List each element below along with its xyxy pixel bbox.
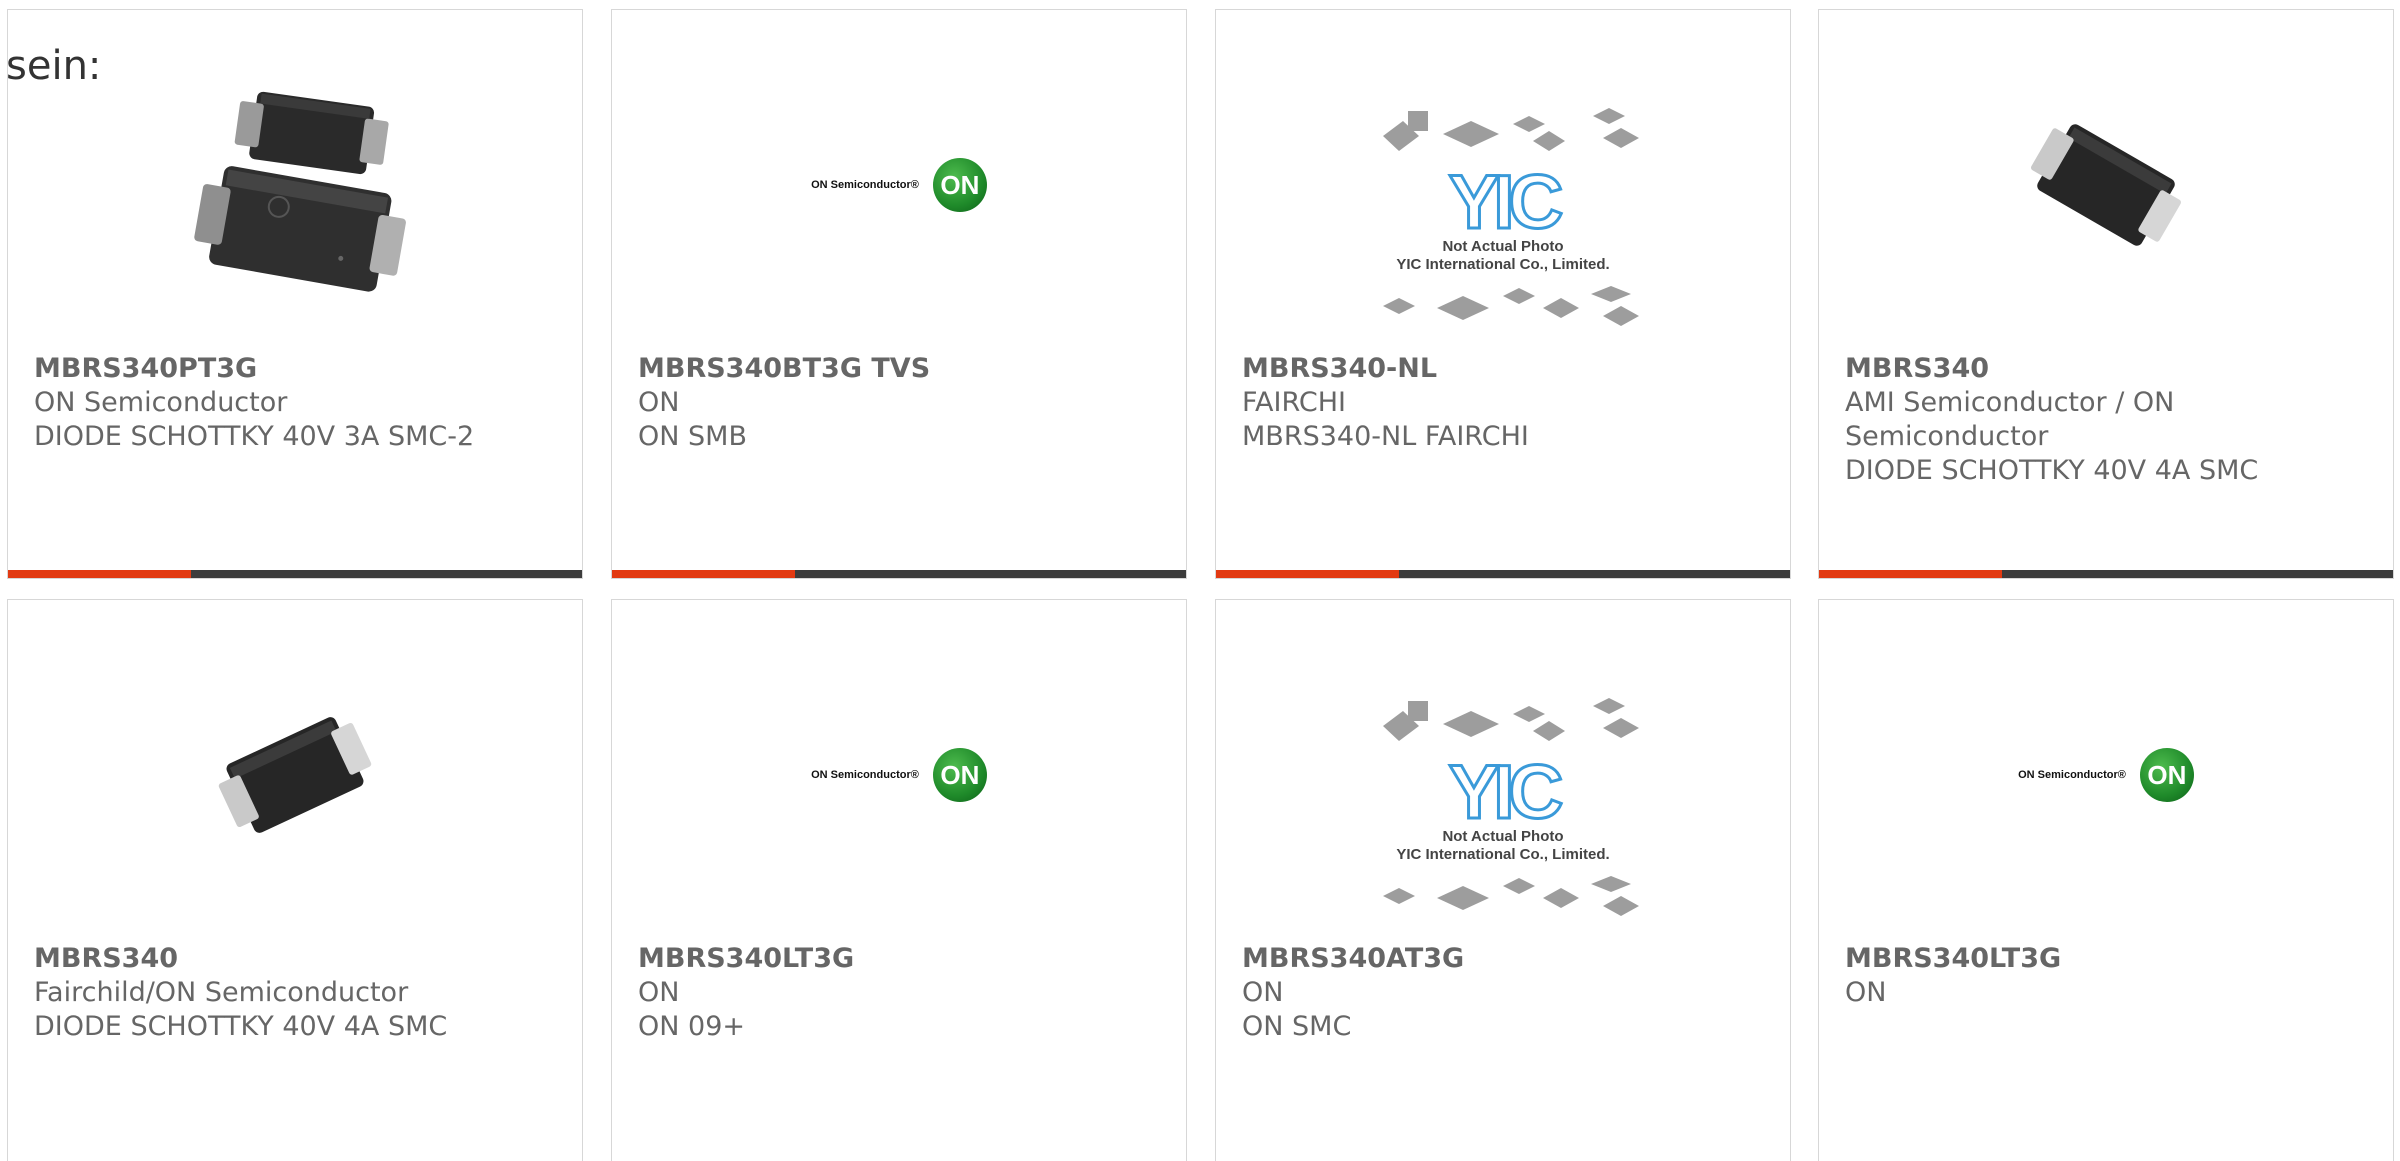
card-footer-bar (1216, 570, 1790, 578)
product-card[interactable]: YIC Not Actual Photo YIC International C… (1215, 599, 1791, 1161)
product-card[interactable]: YIC Not Actual Photo YIC International C… (1215, 9, 1791, 579)
product-card[interactable]: MBRS340PT3G ON Semiconductor DIODE SCHOT… (7, 9, 583, 579)
product-info: MBRS340 AMI Semiconductor / ON Semicondu… (1845, 352, 2367, 488)
on-semiconductor-logo-icon: ON Semiconductor® ON (811, 748, 987, 802)
product-image: YIC Not Actual Photo YIC International C… (1216, 96, 1790, 346)
description: MBRS340-NL FAIRCHI (1242, 421, 1529, 452)
card-footer-bar (8, 570, 582, 578)
manufacturer: AMI Semiconductor / ON Semiconductor (1845, 387, 2175, 452)
product-image: YIC Not Actual Photo YIC International C… (1216, 686, 1790, 936)
part-number[interactable]: MBRS340BT3G TVS (638, 352, 1160, 386)
smc-package-photo-icon (218, 717, 372, 833)
product-info: MBRS340 Fairchild/ON Semiconductor DIODE… (34, 942, 556, 1044)
manufacturer: ON Semiconductor (34, 387, 288, 418)
product-image: ON Semiconductor® ON (1819, 660, 2393, 890)
product-card[interactable]: ON Semiconductor® ON MBRS340LT3G ON ON 0… (611, 599, 1187, 1161)
product-info: MBRS340LT3G ON (1845, 942, 2367, 1010)
accent-bar (1819, 570, 2002, 578)
part-number[interactable]: MBRS340 (1845, 352, 2367, 386)
part-number[interactable]: MBRS340 (34, 942, 556, 976)
smc-package-photo-icon (2031, 124, 2181, 246)
accent-bar (8, 570, 191, 578)
part-number[interactable]: MBRS340LT3G (1845, 942, 2367, 976)
logo-circle: ON (2139, 748, 2194, 802)
logo-circle: ON (932, 748, 987, 802)
description: DIODE SCHOTTKY 40V 4A SMC (34, 1011, 448, 1042)
product-image (8, 70, 582, 300)
part-number[interactable]: MBRS340AT3G (1242, 942, 1764, 976)
product-card[interactable]: MBRS340 AMI Semiconductor / ON Semicondu… (1818, 9, 2394, 579)
description: DIODE SCHOTTKY 40V 3A SMC-2 (34, 421, 475, 452)
product-info: MBRS340-NL FAIRCHI MBRS340-NL FAIRCHI (1242, 352, 1764, 454)
description: DIODE SCHOTTKY 40V 4A SMC (1845, 455, 2259, 486)
product-image (1819, 70, 2393, 300)
product-info: MBRS340PT3G ON Semiconductor DIODE SCHOT… (34, 352, 556, 454)
description: ON SMC (1242, 1011, 1352, 1042)
product-card[interactable]: MBRS340 Fairchild/ON Semiconductor DIODE… (7, 599, 583, 1161)
product-info: MBRS340AT3G ON ON SMC (1242, 942, 1764, 1044)
manufacturer: ON (638, 977, 680, 1008)
product-card[interactable]: ON Semiconductor® ON MBRS340LT3G ON (1818, 599, 2394, 1161)
smc-two-package-photo-icon (194, 91, 406, 292)
intro-text: sein: (6, 43, 102, 89)
product-image (8, 660, 582, 890)
yic-not-actual-photo-icon: YIC Not Actual Photo YIC International C… (1396, 160, 1610, 274)
on-semiconductor-logo-icon: ON Semiconductor® ON (811, 158, 987, 212)
product-info: MBRS340BT3G TVS ON ON SMB (638, 352, 1160, 454)
on-semiconductor-logo-icon: ON Semiconductor® ON (2018, 748, 2194, 802)
yic-mark: YIC (1447, 160, 1565, 245)
card-footer-bar (1819, 570, 2393, 578)
part-number[interactable]: MBRS340-NL (1242, 352, 1764, 386)
yic-caption-line2: YIC International Co., Limited. (1396, 256, 1610, 273)
yic-mark: YIC (1447, 750, 1565, 835)
logo-text: ON Semiconductor® (811, 769, 919, 781)
part-number[interactable]: MBRS340LT3G (638, 942, 1160, 976)
manufacturer: FAIRCHI (1242, 387, 1347, 418)
logo-text: ON Semiconductor® (811, 179, 919, 191)
yic-caption-line2: YIC International Co., Limited. (1396, 846, 1610, 863)
yic-caption-line1: Not Actual Photo (1442, 828, 1564, 845)
product-results-page: sein: MBRS340PT3G ON Semiconductor DIODE… (0, 0, 2400, 1161)
yic-not-actual-photo-icon: YIC Not Actual Photo YIC International C… (1396, 750, 1610, 864)
product-card[interactable]: ON Semiconductor® ON MBRS340BT3G TVS ON … (611, 9, 1187, 579)
logo-text: ON Semiconductor® (2018, 769, 2126, 781)
product-image: ON Semiconductor® ON (612, 70, 1186, 300)
manufacturer: ON (1845, 977, 1887, 1008)
accent-bar (1216, 570, 1399, 578)
product-image: ON Semiconductor® ON (612, 660, 1186, 890)
description: ON SMB (638, 421, 747, 452)
manufacturer: ON (1242, 977, 1284, 1008)
part-number[interactable]: MBRS340PT3G (34, 352, 556, 386)
manufacturer: ON (638, 387, 680, 418)
manufacturer: Fairchild/ON Semiconductor (34, 977, 409, 1008)
card-footer-bar (612, 570, 1186, 578)
logo-circle: ON (932, 158, 987, 212)
description: ON 09+ (638, 1011, 746, 1042)
product-info: MBRS340LT3G ON ON 09+ (638, 942, 1160, 1044)
yic-caption-line1: Not Actual Photo (1442, 238, 1564, 255)
accent-bar (612, 570, 795, 578)
